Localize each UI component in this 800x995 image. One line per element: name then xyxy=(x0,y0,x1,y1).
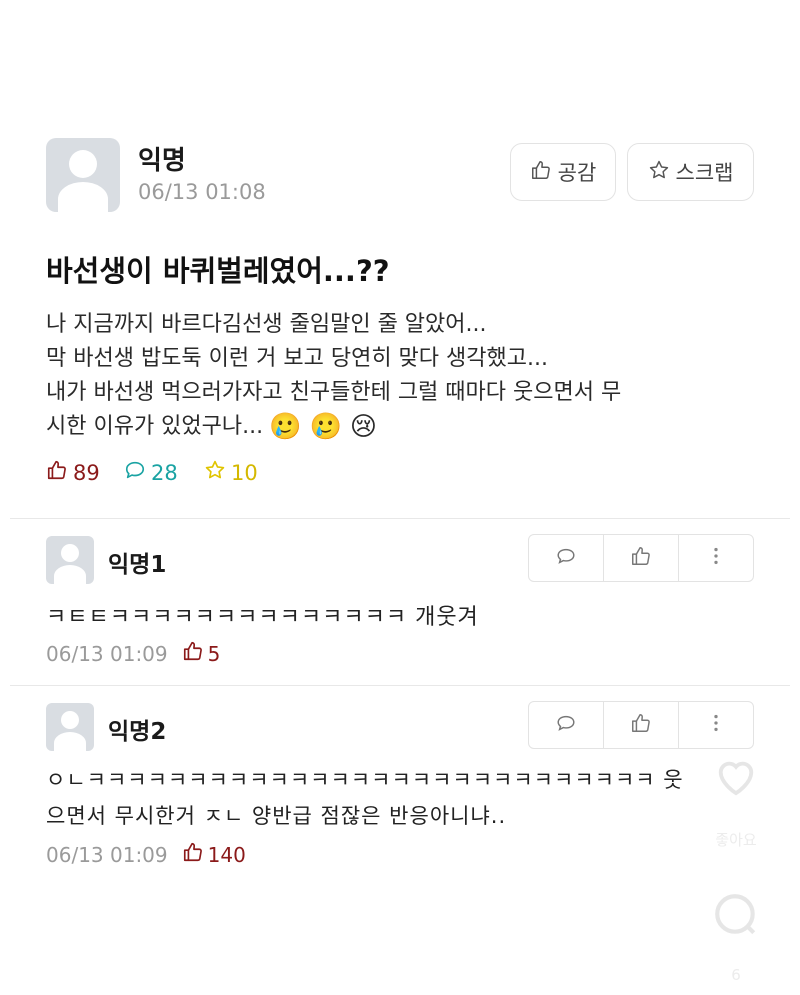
thumbs-up-icon xyxy=(46,459,68,486)
post-title: 바선생이 바퀴벌레였어...?? xyxy=(46,254,390,288)
heart-icon xyxy=(713,755,759,801)
reply-button[interactable] xyxy=(529,702,604,748)
more-vertical-icon xyxy=(705,712,727,738)
comment-author-avatar xyxy=(46,536,94,584)
post-author-name: 익명 xyxy=(138,146,186,176)
overlay-comment-button[interactable]: 6 xyxy=(704,890,768,990)
post-body-line: 내가 바선생 먹으러가자고 친구들한테 그럴 때마다 웃으면서 무 xyxy=(46,380,622,405)
comment-divider xyxy=(10,685,790,686)
scrap-button[interactable]: 스크랩 xyxy=(627,143,754,201)
overlay-comment-count: 6 xyxy=(731,966,741,984)
star-icon xyxy=(648,159,670,186)
comment-author-name: 익명2 xyxy=(108,719,167,745)
comment-more-button[interactable] xyxy=(679,702,753,748)
thumbs-up-icon xyxy=(182,640,204,667)
teary-smile-emoji: 🥲 xyxy=(269,412,302,442)
comment-like-count: 140 xyxy=(182,841,246,868)
thumbs-up-icon xyxy=(630,545,652,571)
crying-face-emoji: 😢 xyxy=(349,412,377,442)
teary-smile-emoji: 🥲 xyxy=(309,412,342,442)
thumbs-up-icon xyxy=(530,159,552,186)
comment-more-button[interactable] xyxy=(679,535,753,581)
comment-timestamp: 06/13 01:09 xyxy=(46,641,168,666)
post-body-line: 막 바선생 밥도둑 이런 거 보고 당연히 맞다 생각했고... xyxy=(46,346,548,371)
post-body: 나 지금까지 바르다김선생 줄임말인 줄 알았어... 막 바선생 밥도둑 이런… xyxy=(46,308,766,444)
scrap-label: 스크랩 xyxy=(675,161,734,185)
comment-text: ㅋㅌㅌㅋㅋㅋㅋㅋㅋㅋㅋㅋㅋㅋㅋㅋㅋ 개웃겨 xyxy=(46,605,479,630)
post-body-line: 나 지금까지 바르다김선생 줄임말인 줄 알았어... xyxy=(46,312,487,337)
post-like-count: 89 xyxy=(46,459,100,486)
post-comment-count: 28 xyxy=(124,459,178,486)
post-scrap-count: 10 xyxy=(204,459,258,486)
comment-text: ㅇㄴㅋㅋㅋㅋㅋㅋㅋㅋㅋㅋㅋㅋㅋㅋㅋㅋㅋㅋㅋㅋㅋㅋㅋㅋㅋㅋㅋㅋ 웃 으면서 무시한… xyxy=(46,768,684,828)
more-vertical-icon xyxy=(705,545,727,571)
comment-bubble-icon xyxy=(555,712,577,738)
comment-like-button[interactable] xyxy=(604,535,679,581)
post-author-avatar xyxy=(46,138,120,212)
comment-like-button[interactable] xyxy=(604,702,679,748)
comment-actions xyxy=(528,701,754,749)
comment-like-count: 5 xyxy=(182,640,220,667)
post-divider xyxy=(10,518,790,519)
comment-actions xyxy=(528,534,754,582)
comment-author-name: 익명1 xyxy=(108,552,167,578)
comment-bubble-icon xyxy=(124,459,146,486)
thumbs-up-icon xyxy=(630,712,652,738)
empathy-button[interactable]: 공감 xyxy=(510,143,616,201)
comment-bubble-icon xyxy=(555,545,577,571)
overlay-like-button[interactable]: 좋아요 xyxy=(704,755,768,855)
reply-button[interactable] xyxy=(529,535,604,581)
comment-author-avatar xyxy=(46,703,94,751)
empathy-label: 공감 xyxy=(557,161,597,185)
star-icon xyxy=(204,459,226,486)
overlay-like-label: 좋아요 xyxy=(715,831,757,849)
comment-timestamp: 06/13 01:09 xyxy=(46,842,168,867)
post-timestamp: 06/13 01:08 xyxy=(138,180,266,204)
comment-meta: 06/13 01:09 5 xyxy=(46,640,220,667)
post-body-line: 시한 이유가 있었구나... xyxy=(46,414,264,439)
comment-bubble-icon xyxy=(711,890,761,944)
comment-meta: 06/13 01:09 140 xyxy=(46,841,246,868)
thumbs-up-icon xyxy=(182,841,204,868)
